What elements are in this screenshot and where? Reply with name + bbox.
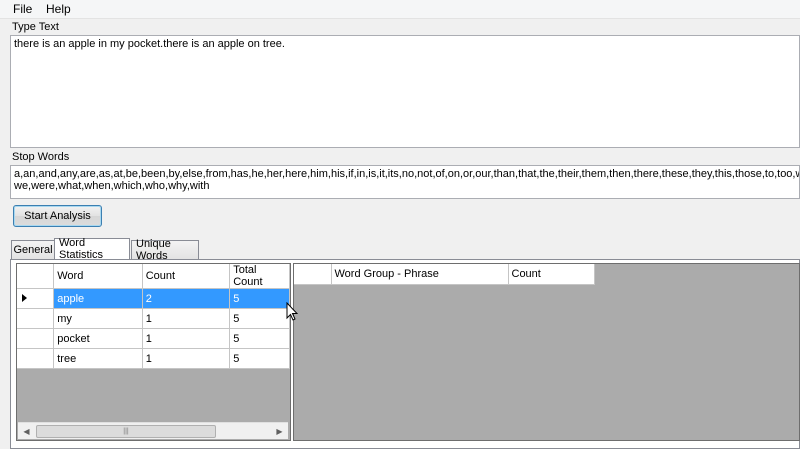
- column-header-count[interactable]: Count: [142, 264, 231, 289]
- tab-word-statistics[interactable]: Word Statistics: [54, 237, 130, 261]
- mouse-pointer-icon: [286, 302, 298, 321]
- stop-words-label: Stop Words: [12, 151, 70, 163]
- start-analysis-button[interactable]: Start Analysis: [13, 205, 102, 227]
- word-statistics-tab-page: Word Count Total Count apple 2 5 my 1 5 …: [10, 259, 800, 449]
- cell-word[interactable]: apple: [53, 288, 143, 309]
- table-row[interactable]: tree 1 5: [17, 348, 290, 369]
- word-grid-header-row: Word Count Total Count: [17, 264, 290, 289]
- menu-bar: File Help: [0, 0, 800, 19]
- word-statistics-table: Word Count Total Count apple 2 5 my 1 5 …: [17, 264, 290, 369]
- row-header-corner: [294, 264, 332, 285]
- type-text-input[interactable]: there is an apple in my pocket.there is …: [10, 35, 800, 148]
- row-header-corner: [17, 264, 55, 289]
- row-header[interactable]: [17, 308, 55, 329]
- cell-count[interactable]: 2: [142, 288, 231, 309]
- arrow-right-icon[interactable]: ▶: [271, 423, 288, 440]
- cell-count[interactable]: 1: [142, 348, 231, 369]
- type-text-label: Type Text: [12, 21, 59, 33]
- word-group-phrase-table: Word Group - Phrase Count: [294, 264, 595, 285]
- cell-word[interactable]: pocket: [53, 328, 143, 349]
- row-header[interactable]: [17, 348, 55, 369]
- column-header-word[interactable]: Word: [53, 264, 143, 289]
- cell-count[interactable]: 1: [142, 328, 231, 349]
- table-row[interactable]: my 1 5: [17, 308, 290, 329]
- table-row[interactable]: pocket 1 5: [17, 328, 290, 349]
- tab-general[interactable]: General: [11, 240, 55, 259]
- phrase-grid-header-row: Word Group - Phrase Count: [294, 264, 595, 285]
- tab-unique-words[interactable]: Unique Words: [131, 238, 199, 262]
- column-header-phrase-count[interactable]: Count: [508, 264, 595, 285]
- cell-total-count[interactable]: 5: [229, 308, 290, 329]
- cell-word[interactable]: my: [53, 308, 143, 329]
- cell-word[interactable]: tree: [53, 348, 143, 369]
- cell-total-count[interactable]: 5: [229, 348, 290, 369]
- row-header[interactable]: [17, 328, 55, 349]
- word-group-phrase-grid[interactable]: Word Group - Phrase Count: [293, 263, 800, 441]
- row-header[interactable]: [17, 288, 55, 309]
- horizontal-scrollbar[interactable]: ◀ ||| ▶: [18, 422, 288, 439]
- column-header-word-group-phrase[interactable]: Word Group - Phrase: [331, 264, 509, 285]
- menu-help[interactable]: Help: [44, 2, 73, 16]
- menu-file[interactable]: File: [11, 2, 34, 16]
- cell-total-count[interactable]: 5: [229, 328, 290, 349]
- arrow-left-icon[interactable]: ◀: [18, 423, 35, 440]
- table-row[interactable]: apple 2 5: [17, 288, 290, 309]
- cell-count[interactable]: 1: [142, 308, 231, 329]
- cell-total-count[interactable]: 5: [229, 288, 290, 309]
- scrollbar-thumb[interactable]: |||: [36, 425, 216, 438]
- triangle-right-icon: [22, 293, 27, 302]
- word-statistics-grid[interactable]: Word Count Total Count apple 2 5 my 1 5 …: [16, 263, 291, 441]
- column-header-total-count[interactable]: Total Count: [229, 264, 290, 289]
- stop-words-input[interactable]: a,an,and,any,are,as,at,be,been,by,else,f…: [10, 165, 800, 199]
